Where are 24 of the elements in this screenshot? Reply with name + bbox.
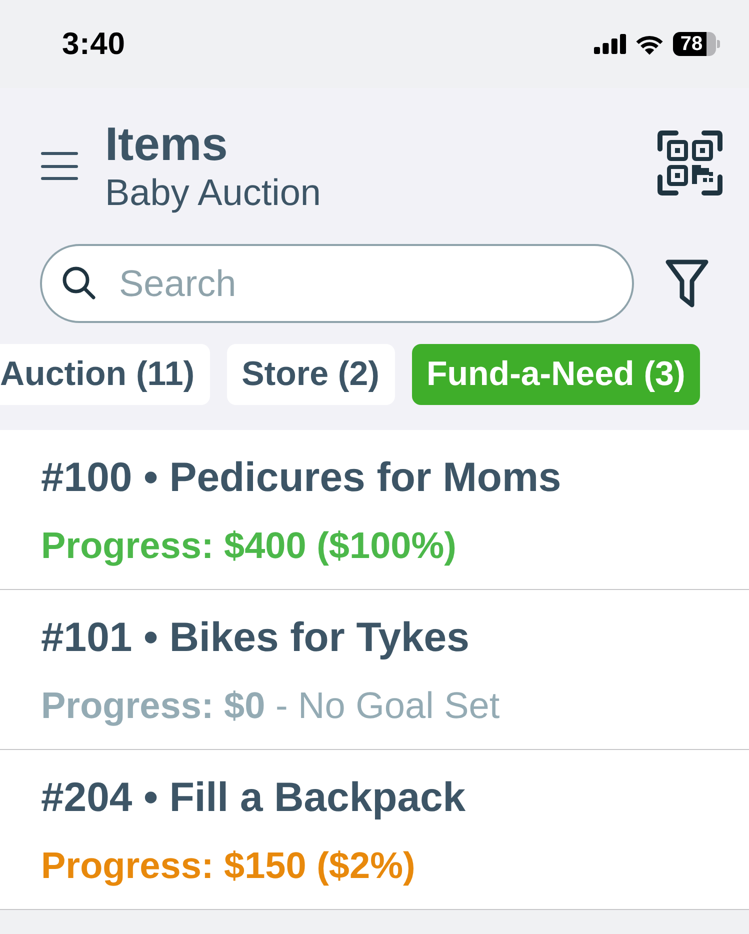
qr-code-icon — [657, 130, 723, 196]
search-field[interactable]: Search — [40, 244, 634, 323]
item-row[interactable]: #100 • Pedicures for Moms Progress: $400 ($100%) — [0, 430, 749, 590]
menu-button[interactable] — [41, 152, 78, 180]
search-icon — [62, 266, 96, 300]
battery-indicator: 78 — [673, 32, 720, 56]
progress-text: Progress: $400 ($100%) — [41, 525, 456, 567]
item-title: #204 • Fill a Backpack — [41, 774, 466, 820]
category-tab[interactable]: Auction (11) — [0, 344, 210, 405]
page-title: Items — [105, 120, 228, 168]
item-title: #100 • Pedicures for Moms — [41, 454, 562, 500]
category-tab[interactable]: Store (2) — [226, 344, 394, 405]
signal-icon — [594, 34, 626, 54]
qr-scan-button[interactable] — [657, 130, 723, 196]
item-row[interactable]: #204 • Fill a Backpack Progress: $150 ($2%) — [0, 750, 749, 910]
page-subtitle: Baby Auction — [105, 172, 321, 214]
filter-button[interactable] — [665, 259, 709, 308]
item-title: #101 • Bikes for Tykes — [41, 614, 470, 660]
wifi-icon — [635, 34, 664, 54]
item-row[interactable]: #101 • Bikes for Tykes Progress: $0 - No Goal Set — [0, 590, 749, 750]
progress-text: Progress: $150 ($2%) — [41, 845, 416, 887]
progress-text: Progress: $0 - No Goal Set — [41, 685, 500, 727]
status-time: 3:40 — [62, 26, 126, 62]
filter-icon — [665, 259, 709, 308]
